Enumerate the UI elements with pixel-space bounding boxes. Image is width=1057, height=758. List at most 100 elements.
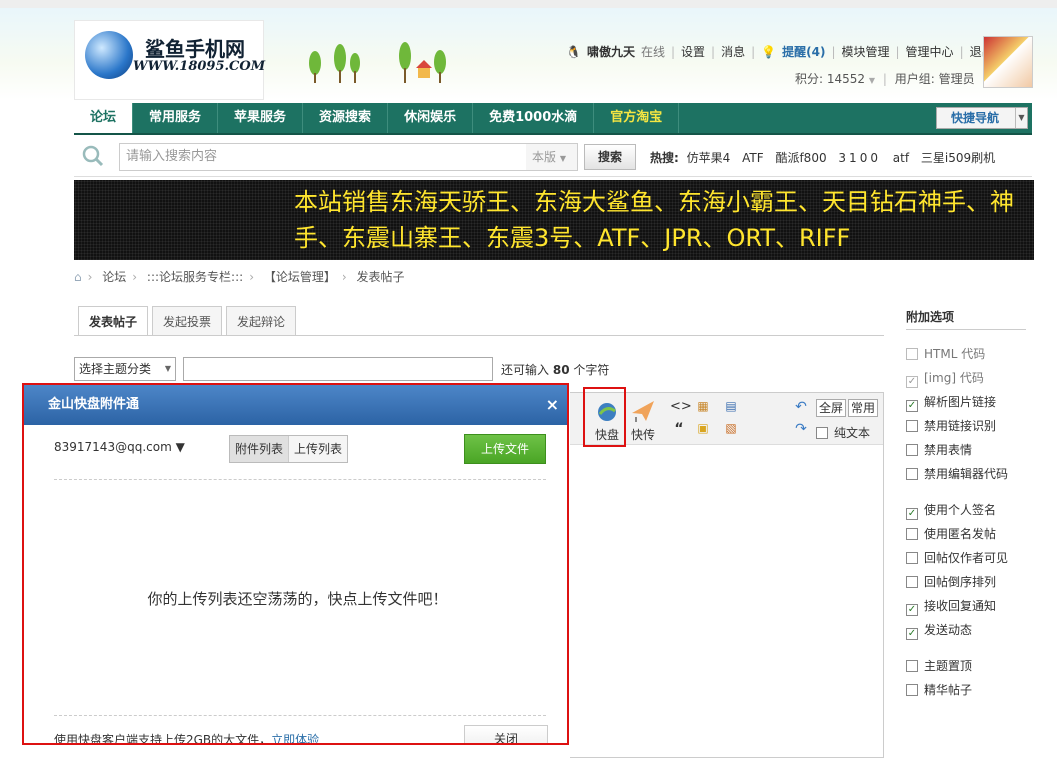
hot-item[interactable]: 仿苹果4 — [687, 151, 731, 165]
option-reply-notify[interactable]: ✓ 接收回复通知 — [906, 594, 1026, 618]
breadcrumb-manage[interactable]: 【论坛管理】 — [264, 270, 336, 284]
nav-apple-services[interactable]: 苹果服务 — [218, 103, 304, 133]
checkbox-checked-icon: ✓ — [906, 628, 918, 640]
option-disable-editor-code[interactable]: 禁用编辑器代码 — [906, 462, 1026, 486]
redo-icon[interactable]: ↷ — [792, 421, 810, 437]
hot-item[interactable]: 3100 — [838, 151, 881, 165]
checkbox-icon — [906, 684, 918, 696]
messages-link[interactable]: 消息 — [721, 45, 745, 59]
settings-link[interactable]: 设置 — [681, 45, 705, 59]
hot-item[interactable]: 酷派f800 — [775, 151, 826, 165]
user-info: 积分: 14552 ▼ | 用户组: 管理员 — [795, 72, 975, 86]
close-icon[interactable]: × — [546, 385, 559, 425]
account-dropdown[interactable]: 83917143@qq.com ▼ — [54, 440, 185, 454]
kuaipan-dialog: 金山快盘附件通 × 83917143@qq.com ▼ 附件列表 上传列表 上传… — [22, 383, 569, 745]
remind-link[interactable]: 提醒(4) — [782, 45, 825, 59]
nav-forum[interactable]: 论坛 — [74, 103, 134, 133]
divider — [54, 715, 546, 716]
client-tip: 使用快盘客户端支持上传2GB的大文件，立即体验 — [54, 733, 320, 745]
quote-icon[interactable]: “ — [670, 421, 688, 437]
option-disable-link-detect[interactable]: 禁用链接识别 — [906, 414, 1026, 438]
hot-item[interactable]: 三星i509刷机 — [921, 151, 995, 165]
search-button[interactable]: 搜索 — [584, 144, 636, 170]
admin-center-link[interactable]: 管理中心 — [906, 45, 954, 59]
code-icon[interactable]: <> — [670, 399, 692, 414]
checkbox-checked-icon: ✓ — [906, 376, 918, 388]
avatar[interactable] — [983, 36, 1033, 88]
home-icon[interactable]: ⌂ — [74, 270, 82, 284]
option-reverse-replies[interactable]: 回帖倒序排列 — [906, 570, 1026, 594]
upload-file-button[interactable]: 上传文件 — [464, 434, 546, 464]
online-status: 在线 — [640, 45, 665, 59]
search-scope-select[interactable]: 本版 ▼ — [526, 143, 578, 171]
breadcrumb-service[interactable]: :::论坛服务专栏::: — [147, 270, 243, 284]
fullscreen-button[interactable]: 全屏 — [816, 399, 846, 417]
common-button[interactable]: 常用 — [848, 399, 878, 417]
hot-item[interactable]: ATF — [742, 151, 764, 165]
close-button[interactable]: 关闭 — [464, 725, 548, 743]
bulb-icon: 💡 — [761, 45, 777, 59]
image-icon[interactable]: ▧ — [722, 421, 740, 435]
nav-entertainment[interactable]: 休闲娱乐 — [388, 103, 474, 133]
checkbox-checked-icon: ✓ — [906, 508, 918, 520]
main-nav: 论坛 常用服务 苹果服务 资源搜索 休闲娱乐 免费1000水滴 官方淘宝 快捷导… — [74, 103, 1032, 135]
option-parse-image-links[interactable]: ✓ 解析图片链接 — [906, 390, 1026, 414]
tab-attachment-list[interactable]: 附件列表 — [230, 436, 290, 462]
checkbox-icon — [906, 528, 918, 540]
option-sticky[interactable]: 主题置顶 — [906, 654, 1026, 678]
nav-official-taobao[interactable]: 官方淘宝 — [594, 103, 680, 133]
breadcrumb-forum[interactable]: 论坛 — [102, 270, 126, 284]
divider — [54, 479, 546, 480]
option-send-feed[interactable]: ✓ 发送动态 — [906, 618, 1026, 642]
kuaichuan-button[interactable]: 快传 — [626, 399, 660, 443]
nav-free-water[interactable]: 免费1000水滴 — [473, 103, 595, 133]
chevron-down-icon: ▼ — [164, 364, 171, 373]
globe-icon — [85, 31, 133, 79]
tab-new-post[interactable]: 发表帖子 — [78, 306, 149, 336]
chevron-down-icon: ▼ — [1015, 108, 1027, 128]
ad-banner[interactable]: 本站销售东海天骄王、东海大鲨鱼、东海小霸王、天目钻石神手、神手、东震山寨王、东震… — [74, 180, 1034, 260]
module-manage-link[interactable]: 模块管理 — [841, 45, 889, 59]
tree-decoration-icon — [309, 42, 446, 83]
list-toggle: 附件列表 上传列表 — [229, 435, 349, 463]
topic-category-label: 选择主题分类 — [79, 362, 152, 376]
options-title: 附加选项 — [906, 308, 1026, 330]
try-now-link[interactable]: 立即体验 — [271, 733, 319, 743]
site-logo[interactable]: 鲨鱼手机网 WWW.18095.COM — [74, 20, 265, 100]
post-tabs: 发表帖子 发起投票 发起辩论 — [78, 306, 300, 336]
username[interactable]: 啸傲九天 — [587, 45, 635, 59]
option-reply-author-only[interactable]: 回帖仅作者可见 — [906, 546, 1026, 570]
nav-common-services[interactable]: 常用服务 — [133, 103, 219, 133]
hot-item[interactable]: atf — [893, 151, 909, 165]
tab-upload-list[interactable]: 上传列表 — [289, 436, 347, 462]
char-count: 还可输入 80 个字符 — [501, 363, 610, 377]
search-input[interactable]: 请输入搜索内容 — [119, 143, 529, 171]
tab-debate[interactable]: 发起辩论 — [226, 306, 297, 336]
extra-options: 附加选项 HTML 代码 ✓ [img] 代码 ✓ 解析图片链接 禁用链接识别 禁用… — [906, 308, 1026, 702]
nav-resource-search[interactable]: 资源搜索 — [303, 103, 389, 133]
topic-category-select[interactable]: 选择主题分类 ▼ — [74, 357, 176, 381]
option-disable-smilies[interactable]: 禁用表情 — [906, 438, 1026, 462]
search-icon — [82, 145, 104, 167]
option-anonymous[interactable]: 使用匿名发帖 — [906, 522, 1026, 546]
lock-icon[interactable]: ▣ — [694, 421, 712, 435]
tab-poll[interactable]: 发起投票 — [152, 306, 223, 336]
option-digest[interactable]: 精华帖子 — [906, 678, 1026, 702]
top-strip — [0, 0, 1057, 8]
points-link[interactable]: 积分: 14552 — [795, 72, 865, 86]
option-html-code[interactable]: HTML 代码 — [906, 342, 1026, 366]
subject-input[interactable] — [183, 357, 493, 381]
plaintext-checkbox[interactable]: 纯文本 — [816, 424, 870, 441]
paper-plane-icon — [632, 401, 654, 422]
user-group[interactable]: 用户组: 管理员 — [895, 72, 975, 86]
search-scope-label: 本版 — [532, 150, 557, 164]
quick-nav-button[interactable]: 快捷导航 ▼ — [936, 107, 1028, 129]
checkbox-icon — [906, 444, 918, 456]
page-icon[interactable]: ▤ — [722, 399, 740, 413]
hot-searches: 热搜: 仿苹果4 ATF 酷派f800 3100 atf 三星i509刷机 — [650, 149, 1003, 166]
option-img-code[interactable]: ✓ [img] 代码 — [906, 366, 1026, 390]
undo-icon[interactable]: ↶ — [792, 399, 810, 415]
breadcrumb-current: 发表帖子 — [356, 270, 405, 284]
option-use-signature[interactable]: ✓ 使用个人签名 — [906, 498, 1026, 522]
building-icon[interactable]: ▦ — [694, 399, 712, 413]
